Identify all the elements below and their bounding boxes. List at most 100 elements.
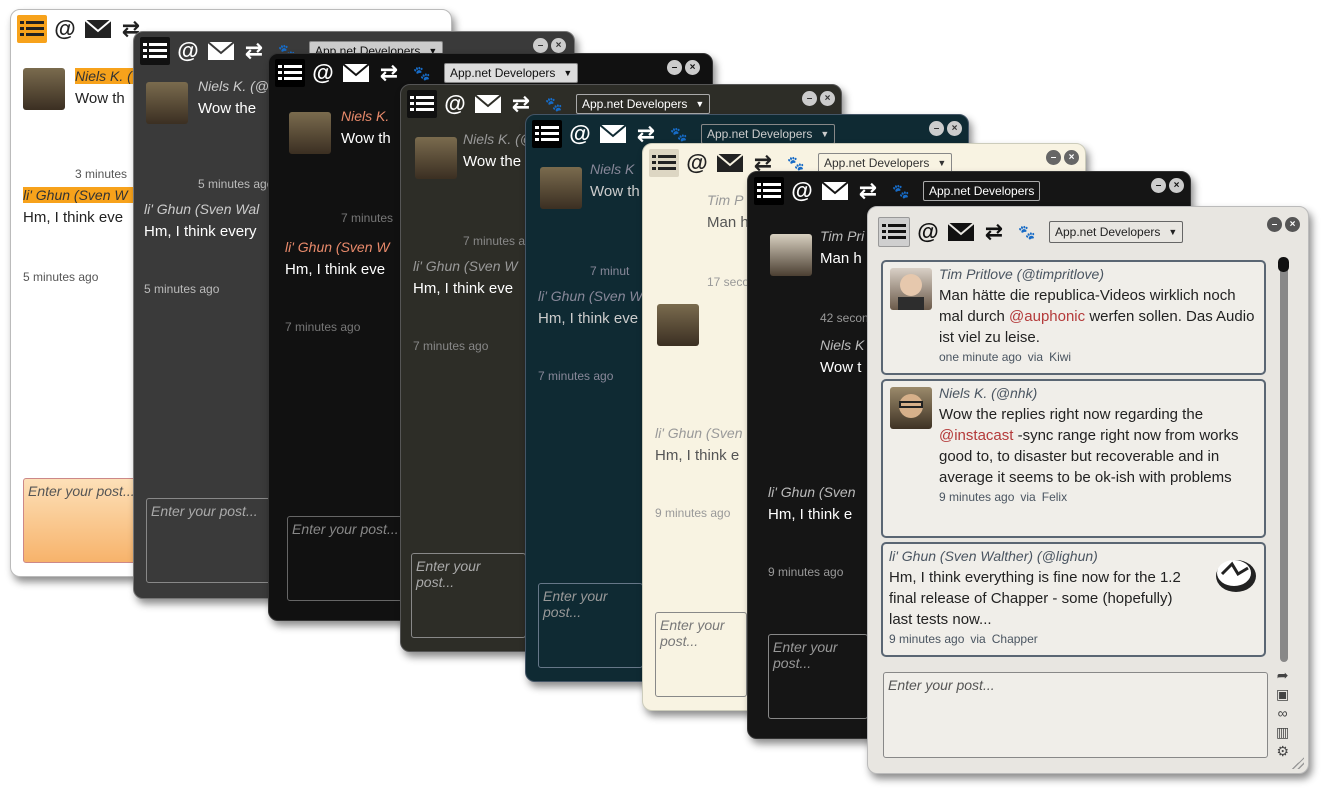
paw-button[interactable]: 🐾 [886,177,916,205]
account-select[interactable]: App.net Developers [923,181,1041,201]
window-controls: – × [802,91,835,106]
resize-grip-icon[interactable] [1292,757,1304,769]
mentions-tab[interactable]: @ [308,59,338,87]
composer-input[interactable]: Enter your post... [146,498,271,583]
post-author: li' Ghun (Sven W [285,239,390,255]
messages-tab[interactable] [820,177,850,205]
account-select[interactable]: App.net Developers ▼ [1049,221,1184,243]
close-icon[interactable]: × [1169,178,1184,193]
mentions-tab[interactable]: @ [50,15,80,43]
close-icon[interactable]: × [820,91,835,106]
post-item[interactable]: li' Ghun (Sven Walther) (@lighun) Hm, I … [881,542,1266,657]
minimize-icon[interactable]: – [667,60,682,75]
post-author[interactable]: Tim Pritlove (@timpritlove) [939,266,1258,282]
composer-input[interactable]: Enter your post... [768,634,868,719]
mentions-tab[interactable]: @ [173,37,203,65]
stream-tab[interactable] [140,37,170,65]
mention-link[interactable]: @auphonic [1009,308,1085,325]
avatar[interactable] [890,268,932,310]
messages-tab[interactable] [946,218,976,246]
messages-tab[interactable] [206,37,236,65]
composer-input[interactable]: Enter your post... [883,672,1268,758]
close-icon[interactable]: × [1285,217,1300,232]
main-window: @ ⇄ 🐾 App.net Developers ▼ – × Tim Pritlo… [867,206,1309,774]
post-client[interactable]: Chapper [992,632,1038,646]
composer-input[interactable]: Enter your post... [655,612,747,697]
trash-icon[interactable]: ▥ [1276,724,1289,740]
stream-tab[interactable] [407,90,437,118]
post-author[interactable]: Niels K. (@nhk) [939,385,1258,401]
messages-tab[interactable] [715,149,745,177]
stream-tab[interactable] [878,217,910,247]
stream-tab[interactable] [275,59,305,87]
share-icon[interactable]: ➦ [1277,667,1289,683]
post-preview: Niels K. (@ Wow th 3 minutes li' Ghun (S… [23,68,143,284]
close-icon[interactable]: × [551,38,566,53]
mentions-tab[interactable]: @ [440,90,470,118]
stream-tab[interactable] [754,177,784,205]
post-author: li' Ghun (Sven W [23,187,143,203]
post-time[interactable]: one minute ago [939,350,1022,364]
messages-tab[interactable] [341,59,371,87]
close-icon[interactable]: × [947,121,962,136]
chapper-logo-icon [1216,560,1256,592]
reposts-tab[interactable]: ⇄ [239,37,269,65]
post-client[interactable]: Felix [1042,490,1067,504]
gear-icon[interactable]: ⚙ [1276,743,1289,759]
window-controls: – × [1151,178,1184,193]
mentions-tab[interactable]: @ [787,177,817,205]
stream-tab[interactable] [649,149,679,177]
minimize-icon[interactable]: – [1046,150,1061,165]
composer-input[interactable]: Enter your post... [411,553,526,638]
post-time[interactable]: 9 minutes ago [889,632,964,646]
post-text: Wow th [341,130,391,147]
paw-button[interactable]: 🐾 [407,59,437,87]
paw-icon: 🐾 [670,125,688,142]
composer-input[interactable]: Enter your post... [287,516,405,601]
minimize-icon[interactable]: – [533,38,548,53]
composer-input[interactable]: Enter your post... [23,478,143,563]
post-item[interactable]: Niels K. (@nhk) Wow the replies right no… [881,379,1266,538]
post-time: 5 minutes ago [144,282,220,296]
camera-icon[interactable]: ▣ [1276,686,1289,702]
paw-button[interactable]: 🐾 [1012,218,1042,246]
post-item[interactable]: Tim Pritlove (@timpritlove) Man hätte di… [881,260,1266,375]
reposts-tab[interactable]: ⇄ [853,177,883,205]
close-icon[interactable]: × [1064,150,1079,165]
post-text: Man h [707,214,747,231]
minimize-icon[interactable]: – [929,121,944,136]
mentions-tab[interactable]: @ [565,120,595,148]
messages-tab[interactable] [83,15,113,43]
close-icon[interactable]: × [685,60,700,75]
account-select[interactable]: App.net Developers ▼ [818,153,953,173]
repost-icon: ⇄ [984,219,1004,244]
account-select[interactable]: App.net Developers ▼ [444,63,579,83]
minimize-icon[interactable]: – [1151,178,1166,193]
scrollbar[interactable] [1280,262,1288,662]
scrollbar-thumb[interactable] [1278,257,1289,272]
post-preview: Tim P Man h 17 seco li' Ghun (Sven Hm, I… [655,192,747,520]
messages-tab[interactable] [598,120,628,148]
account-select[interactable]: App.net Developers ▼ [576,94,711,114]
messages-tab[interactable] [473,90,503,118]
stream-tab[interactable] [532,120,562,148]
stream-tab[interactable] [17,15,47,43]
minimize-icon[interactable]: – [1267,217,1282,232]
mentions-tab[interactable]: @ [913,218,943,246]
account-select[interactable]: App.net Developers ▼ [701,124,836,144]
post-text: Hm, I think everything is fine now for t… [889,567,1194,630]
avatar[interactable] [890,387,932,429]
composer-input[interactable]: Enter your post... [538,583,643,668]
mentions-tab[interactable]: @ [682,149,712,177]
mention-link[interactable]: @instacast [939,427,1013,444]
post-author: Tim Pri [820,228,865,244]
post-time[interactable]: 9 minutes ago [939,490,1014,504]
post-author[interactable]: li' Ghun (Sven Walther) (@lighun) [889,548,1258,564]
post-time: 7 minutes ago [538,369,614,383]
reposts-tab[interactable]: ⇄ [979,218,1009,246]
reposts-tab[interactable]: ⇄ [374,59,404,87]
minimize-icon[interactable]: – [802,91,817,106]
link-icon[interactable]: ∞ [1278,705,1288,721]
post-client[interactable]: Kiwi [1049,350,1071,364]
post-author: li' Ghun (Sven W [538,288,643,304]
